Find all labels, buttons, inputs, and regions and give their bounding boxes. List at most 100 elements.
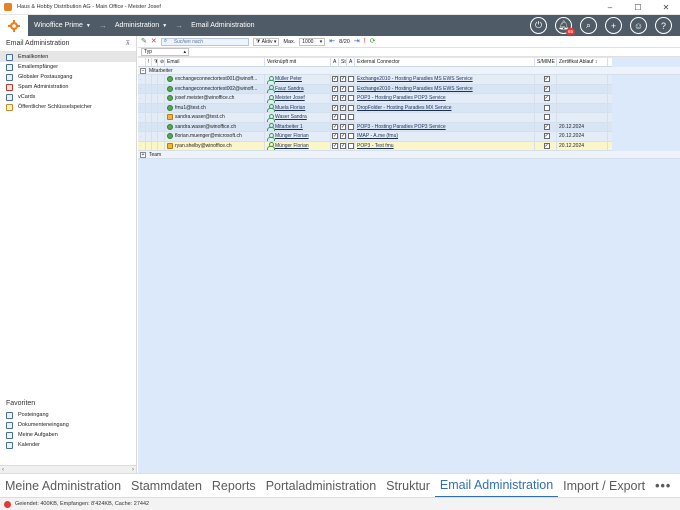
tab-stammdaten[interactable]: Stammdaten: [126, 474, 207, 498]
sidebar-horizontal-scrollbar[interactable]: ‹ ›: [0, 465, 136, 473]
nav-section-menu[interactable]: Administration ▼: [109, 22, 173, 29]
smime-checkbox[interactable]: ✓: [543, 123, 550, 130]
table-row[interactable]: · sandra.waser@test.ch Waser Sandra ✓: [138, 113, 612, 123]
email-cell[interactable]: florian.muenger@microsoft.ch: [165, 132, 265, 141]
connector-link[interactable]: POP3 - Hosting Paradies POP3 Service: [357, 95, 446, 101]
attachment-column-header[interactable]: ⊘: [158, 58, 165, 66]
email-cell[interactable]: josef.meister@winoffice.ch: [165, 94, 265, 103]
auto-checkbox[interactable]: [348, 142, 354, 149]
auto-checkbox[interactable]: [348, 114, 354, 121]
favorite-dokumenteneingang[interactable]: Dokumenteneingang: [0, 420, 136, 430]
tab-struktur[interactable]: Struktur: [381, 474, 435, 498]
status-checkbox[interactable]: ✓: [340, 133, 346, 140]
connector-cell[interactable]: IMAP - A.me (fmu): [355, 132, 535, 141]
connector-cell[interactable]: POP3 - Hosting Paradies POP3 Service: [355, 122, 535, 131]
row-indicator[interactable]: ·: [138, 84, 146, 93]
first-page-icon[interactable]: ⇤: [329, 38, 335, 45]
linked-person-link[interactable]: Müller Peter: [275, 76, 302, 82]
group-row-team[interactable]: + Team: [138, 151, 680, 159]
sidebar-item-spam-administration[interactable]: Spam Administration: [0, 82, 136, 92]
active-checkbox[interactable]: ✓: [332, 76, 338, 83]
smime-checkbox[interactable]: ✓: [543, 85, 550, 92]
auto-checkbox[interactable]: [348, 123, 354, 130]
winoffice-logo[interactable]: [0, 15, 28, 36]
last-page-icon[interactable]: ⇥: [354, 38, 360, 45]
pin-icon[interactable]: ⊼: [126, 40, 130, 47]
smime-checkbox[interactable]: ✓: [543, 95, 550, 102]
connector-link[interactable]: Exchange2010 - Hosting Paradies MS EWS S…: [357, 76, 473, 82]
status-checkbox[interactable]: ✓: [340, 104, 346, 111]
connector-cell[interactable]: DropFolder - Hosting Paradies MX Service: [355, 103, 535, 112]
sidebar-item-globaler-postausgang[interactable]: Globaler Postausgang: [0, 72, 136, 82]
linked-person-link[interactable]: Münger Florian: [275, 143, 309, 149]
sidebar-item-emailkonten[interactable]: Emailkonten: [0, 52, 136, 62]
smime-checkbox[interactable]: [543, 114, 550, 121]
auto-checkbox[interactable]: [348, 76, 354, 83]
column-header-a[interactable]: A: [331, 58, 339, 66]
sidebar-item-emailempfaenger[interactable]: Emailempfänger: [0, 62, 136, 72]
linked-cell[interactable]: Münger Florian: [265, 132, 331, 141]
active-checkbox[interactable]: ✓: [332, 85, 338, 92]
row-indicator[interactable]: ·: [138, 94, 146, 103]
tab-reports[interactable]: Reports: [207, 474, 261, 498]
table-row[interactable]: · exchangeconnectortest002@winoff... Fauz …: [138, 84, 612, 94]
connector-cell[interactable]: [355, 113, 535, 122]
alert-icon[interactable]: !: [364, 38, 366, 45]
column-header-st[interactable]: St.: [339, 58, 347, 66]
smime-checkbox[interactable]: ✓: [543, 76, 550, 83]
table-row[interactable]: · exchangeconnectortest001@winoff... Mülle…: [138, 75, 612, 85]
active-checkbox[interactable]: ✓: [332, 123, 338, 130]
connector-link[interactable]: POP3 - Test fmu: [357, 143, 394, 149]
email-cell[interactable]: sandra.waser@winoffice.ch: [165, 122, 265, 131]
row-indicator[interactable]: ·: [138, 122, 146, 131]
favorite-meine-aufgaben[interactable]: Meine Aufgaben: [0, 430, 136, 440]
connector-cell[interactable]: Exchange2010 - Hosting Paradies MS EWS S…: [355, 75, 535, 84]
collapse-icon[interactable]: −: [140, 67, 146, 74]
more-tabs-button[interactable]: •••: [650, 474, 676, 498]
row-indicator[interactable]: ·: [138, 141, 146, 150]
bell-icon[interactable]: 🔔︎ 65: [555, 17, 575, 35]
active-checkbox[interactable]: ✓: [332, 104, 338, 111]
auto-checkbox[interactable]: [348, 85, 354, 92]
column-header-expiry[interactable]: Zertifikat Ablauf ↕: [557, 58, 608, 66]
linked-person-link[interactable]: Waser Sandra: [275, 114, 307, 120]
table-row[interactable]: · fmu1@test.ch Muela Florian ✓ ✓ DropFolder -…: [138, 103, 612, 113]
row-indicator[interactable]: ·: [138, 75, 146, 84]
active-checkbox[interactable]: ✓: [332, 95, 338, 102]
column-header-linked[interactable]: Verknüpft mit: [265, 58, 331, 66]
email-cell[interactable]: fmu1@test.ch: [165, 103, 265, 112]
row-indicator[interactable]: ·: [138, 113, 146, 122]
table-row[interactable]: · florian.muenger@microsoft.ch Münger Flor…: [138, 132, 612, 142]
expand-icon[interactable]: +: [140, 151, 146, 158]
close-button[interactable]: ✕: [652, 0, 680, 15]
linked-person-link[interactable]: Meister Josef: [275, 95, 305, 101]
email-cell[interactable]: ryan.shelby@winoffice.ch: [165, 141, 265, 150]
auto-checkbox[interactable]: [348, 95, 354, 102]
column-header-a2[interactable]: A: [347, 58, 355, 66]
smime-checkbox[interactable]: [543, 104, 550, 111]
nav-app-menu[interactable]: Winoffice Prime ▼: [28, 22, 97, 29]
minimize-button[interactable]: –: [596, 0, 624, 15]
connector-link[interactable]: POP3 - Hosting Paradies POP3 Service: [357, 124, 446, 130]
active-checkbox[interactable]: ✓: [332, 114, 338, 121]
linked-cell[interactable]: Münger Florian: [265, 141, 331, 150]
search-input[interactable]: ⌕ Suchen nach: [160, 37, 249, 46]
scroll-left-icon[interactable]: ‹: [2, 467, 4, 473]
active-checkbox[interactable]: ✓: [332, 142, 338, 149]
status-checkbox[interactable]: ✓: [340, 123, 346, 130]
connector-link[interactable]: Exchange2010 - Hosting Paradies MS EWS S…: [357, 86, 473, 92]
help-icon[interactable]: ?: [655, 17, 672, 34]
scroll-right-icon[interactable]: ›: [132, 467, 134, 473]
linked-cell[interactable]: Muela Florian: [265, 103, 331, 112]
table-row[interactable]: · josef.meister@winoffice.ch Meister Josef…: [138, 94, 612, 104]
refresh-icon[interactable]: ⟳: [370, 38, 376, 45]
linked-cell[interactable]: Waser Sandra: [265, 113, 331, 122]
power-icon[interactable]: ⏻: [530, 17, 547, 34]
delete-icon[interactable]: ✕: [151, 38, 157, 45]
edit-icon[interactable]: ✎: [141, 38, 147, 45]
max-rows-select[interactable]: 1000 ▾: [299, 37, 326, 46]
row-indicator[interactable]: ·: [138, 132, 146, 141]
connector-cell[interactable]: POP3 - Hosting Paradies POP3 Service: [355, 94, 535, 103]
connector-link[interactable]: IMAP - A.me (fmu): [357, 133, 398, 139]
connector-link[interactable]: DropFolder - Hosting Paradies MX Service: [357, 105, 451, 111]
